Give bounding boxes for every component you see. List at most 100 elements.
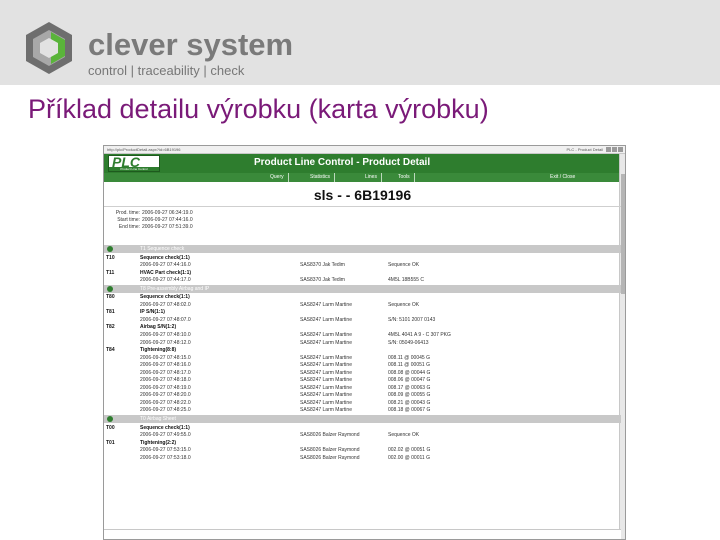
result: 008.11 @ 00051 G bbox=[388, 362, 430, 369]
check-name: Sequence check(1:1) bbox=[140, 254, 190, 261]
result: 008.08 @ 00044 G bbox=[388, 369, 431, 376]
table-row: T10 Sequence check(1:1) bbox=[104, 255, 621, 262]
brand-name: clever system bbox=[88, 27, 294, 62]
section-header[interactable]: T8 Pre-assembly Airbag and IP bbox=[104, 284, 621, 293]
table-row: T00 Sequence check(1:1) bbox=[104, 425, 621, 432]
section-label: T8 Pre-assembly Airbag and IP bbox=[140, 285, 210, 292]
operator: SAS8026 Balzer Raymond bbox=[300, 454, 360, 461]
section-header[interactable]: T1 Sequence check bbox=[104, 245, 621, 253]
timestamp: 2006-09-27 07:48:07.0 bbox=[140, 316, 191, 323]
operator: SAS8247 Larm Martine bbox=[300, 407, 352, 414]
end-time-label: End time: bbox=[118, 224, 140, 230]
nav-lines[interactable]: Lines bbox=[361, 173, 382, 182]
result: S/N: 5101 2007 0143 bbox=[388, 316, 436, 323]
timestamp: 2006-09-27 07:48:18.0 bbox=[140, 377, 191, 384]
expand-icon[interactable] bbox=[107, 246, 113, 252]
table-row: 2006-09-27 07:44:16.0 SAS8370 Jak Tedim Se… bbox=[104, 262, 621, 269]
check-name: Airbag S/N(1:2) bbox=[140, 324, 177, 331]
timestamp: 2006-09-27 07:53:18.0 bbox=[140, 454, 191, 461]
operator: SAS8247 Larm Martine bbox=[300, 399, 352, 406]
check-name: HVAC Part check(1:1) bbox=[140, 269, 192, 276]
nav-tools[interactable]: Tools bbox=[394, 173, 415, 182]
station-id: T11 bbox=[106, 269, 115, 276]
timestamp: 2006-09-27 07:48:17.0 bbox=[140, 369, 191, 376]
section-header[interactable]: T0 Airbag Sheet bbox=[104, 415, 621, 423]
table-row: 2006-09-27 07:48:15.0 SAS8247 Larm Martin… bbox=[104, 355, 621, 362]
product-code: sls - - 6B19196 bbox=[104, 183, 621, 207]
table-row: T80 Sequence check(1:1) bbox=[104, 294, 621, 301]
timestamp: 2006-09-27 07:48:19.0 bbox=[140, 384, 191, 391]
minimize-icon[interactable] bbox=[606, 147, 611, 152]
result: 008.06 @ 00047 G bbox=[388, 377, 431, 384]
brand-tagline: control | traceability | check bbox=[88, 63, 245, 78]
clever-system-logo-icon bbox=[26, 22, 72, 74]
table-row: T84 Tightening(8:8) bbox=[104, 347, 621, 354]
scrollbar-thumb[interactable] bbox=[621, 174, 625, 294]
table-row: 2006-09-27 07:48:02.0 SAS8247 Larm Martin… bbox=[104, 302, 621, 309]
result: 002.00 @ 00011 G bbox=[388, 454, 430, 461]
operator: SAS8247 Larm Martine bbox=[300, 316, 352, 323]
start-time-label: Start time: bbox=[117, 217, 140, 223]
result: 008.18 @ 00067 G bbox=[388, 407, 431, 414]
check-name: Tightening(8:8) bbox=[140, 347, 177, 354]
nav-query[interactable]: Query bbox=[266, 173, 289, 182]
result: 002.02 @ 00051 G bbox=[388, 447, 431, 454]
operator: SAS8370 Jak Tedim bbox=[300, 262, 345, 269]
check-name: Tightening(2:2) bbox=[140, 439, 177, 446]
nav-spacer bbox=[104, 173, 166, 182]
timestamp: 2006-09-27 07:48:15.0 bbox=[140, 354, 191, 361]
table-row: 2006-09-27 07:48:12.0 SAS8247 Larm Martin… bbox=[104, 340, 621, 347]
nav-statistics[interactable]: Statistics bbox=[306, 173, 336, 182]
prod-time-value: 2006-09-27 06:34:19.0 bbox=[142, 210, 193, 216]
product-detail-screenshot: http://plc/ProductDetail.aspx?id=6B19196… bbox=[103, 145, 626, 540]
check-name: Sequence check(1:1) bbox=[140, 294, 190, 301]
plc-app-title: Product Line Control - Product Detail bbox=[254, 157, 431, 168]
operator: SAS8247 Larm Martine bbox=[300, 392, 352, 399]
prod-time-label: Prod. time: bbox=[115, 210, 140, 216]
timestamp: 2006-09-27 07:49:55.0 bbox=[140, 432, 191, 439]
maximize-icon[interactable] bbox=[612, 147, 617, 152]
result: Sequence OK bbox=[388, 301, 420, 308]
section-label: T1 Sequence check bbox=[140, 246, 185, 252]
table-row: 2006-09-27 07:48:16.0 SAS8247 Larm Martin… bbox=[104, 362, 621, 369]
operator: SAS8247 Larm Martine bbox=[300, 369, 352, 376]
close-icon[interactable] bbox=[618, 147, 623, 152]
nav-exit[interactable]: Exit / Close bbox=[546, 173, 579, 182]
expand-icon[interactable] bbox=[107, 416, 113, 422]
end-time-value: 2006-09-27 07:51:39.0 bbox=[142, 224, 193, 230]
table-row: 2006-09-27 07:48:17.0 SAS8247 Larm Martin… bbox=[104, 370, 621, 377]
slide-title: Příklad detailu výrobku (karta výrobku) bbox=[28, 94, 489, 124]
expand-icon[interactable] bbox=[107, 285, 113, 292]
result: 008.09 @ 00055 G bbox=[388, 392, 431, 399]
operator: SAS8026 Balzer Raymond bbox=[300, 432, 360, 439]
result: S/N: 05049-06413 bbox=[388, 339, 429, 346]
result: 4M5L 4041 A 9 - C 307 PKG bbox=[388, 331, 451, 338]
operator: SAS8247 Larm Martine bbox=[300, 362, 352, 369]
window-controls[interactable] bbox=[605, 147, 623, 153]
timestamp: 2006-09-27 07:53:15.0 bbox=[140, 447, 191, 454]
station-id: T81 bbox=[106, 309, 115, 316]
check-name: IP S/N(1:1) bbox=[140, 309, 165, 316]
start-time-value: 2006-09-27 07:44:16.0 bbox=[142, 217, 193, 223]
prod-time-row: Prod. time: 2006-09-27 06:34:19.0 bbox=[108, 210, 193, 217]
table-row: 2006-09-27 07:48:25.0 SAS8247 Larm Martin… bbox=[104, 407, 621, 414]
station-id: T84 bbox=[106, 347, 115, 354]
timestamp: 2006-09-27 07:48:16.0 bbox=[140, 362, 191, 369]
table-row: 2006-09-27 07:48:22.0 SAS8247 Larm Martin… bbox=[104, 400, 621, 407]
section-label: T0 Airbag Sheet bbox=[140, 416, 176, 422]
table-row: T81 IP S/N(1:1) bbox=[104, 309, 621, 316]
browser-address-bar[interactable]: http://plc/ProductDetail.aspx?id=6B19196… bbox=[104, 146, 625, 154]
station-id: T80 bbox=[106, 294, 115, 301]
table-row: 2006-09-27 07:49:55.0 SAS8026 Balzer Raym… bbox=[104, 432, 621, 439]
operator: SAS8247 Larm Martine bbox=[300, 331, 352, 338]
operator: SAS8247 Larm Martine bbox=[300, 301, 352, 308]
table-row: T82 Airbag S/N(1:2) bbox=[104, 324, 621, 331]
table-row: 2006-09-27 07:48:20.0 SAS8247 Larm Martin… bbox=[104, 392, 621, 399]
operator: SAS8247 Larm Martine bbox=[300, 354, 352, 361]
result: 008.21 @ 00043 G bbox=[388, 399, 431, 406]
result: Sequence OK bbox=[388, 262, 420, 269]
timestamp: 2006-09-27 07:44:17.0 bbox=[140, 277, 191, 284]
browser-url: http://plc/ProductDetail.aspx?id=6B19196 bbox=[107, 147, 181, 152]
table-row: 2006-09-27 07:48:07.0 SAS8247 Larm Martin… bbox=[104, 317, 621, 324]
result: 008.17 @ 00063 G bbox=[388, 384, 431, 391]
